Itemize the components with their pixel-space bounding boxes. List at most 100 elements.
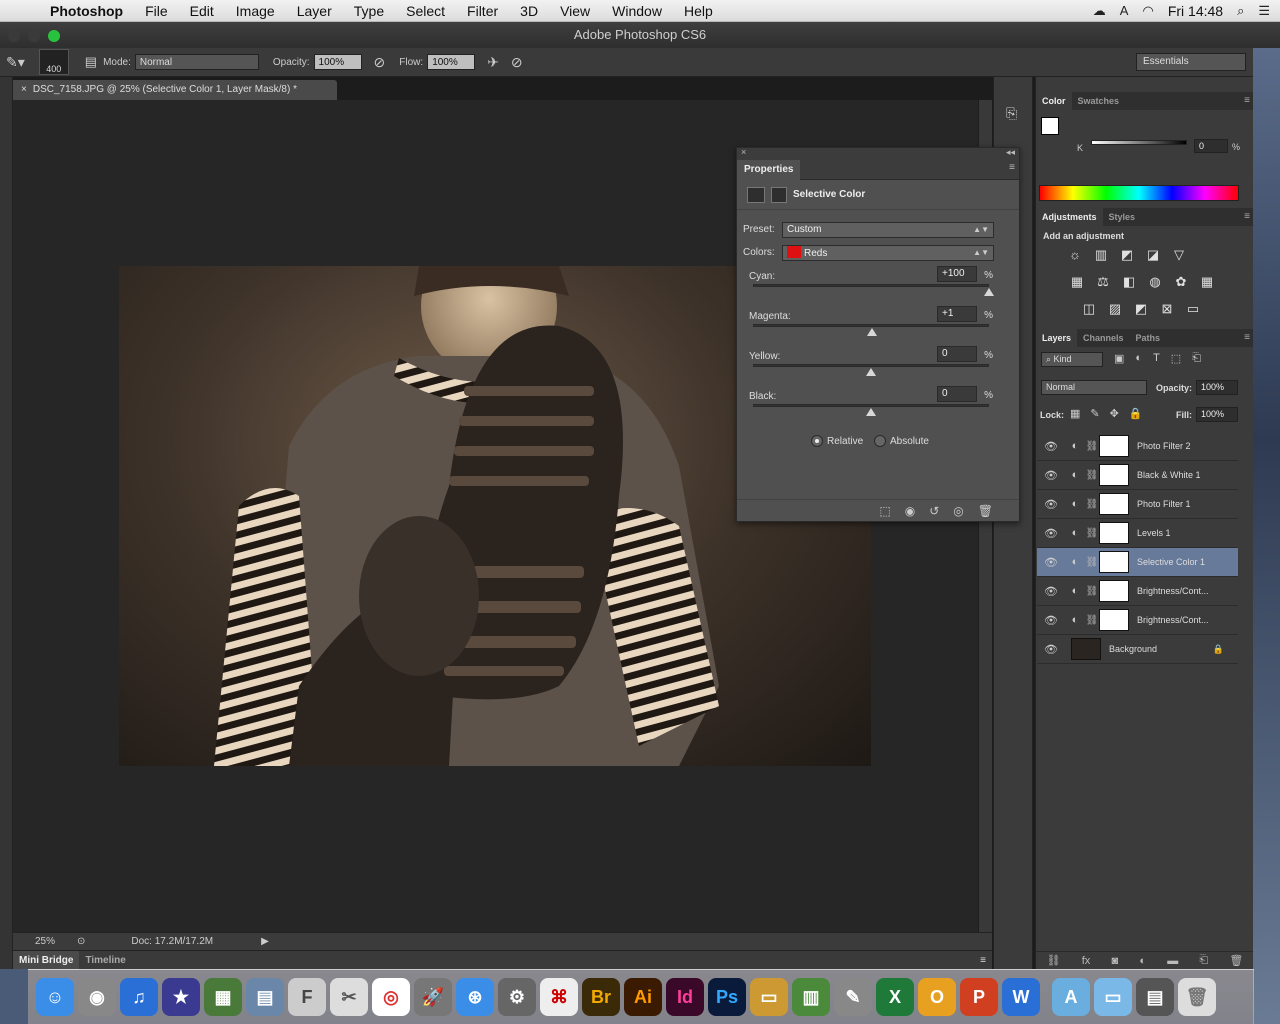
cyan-slider-track[interactable] — [753, 284, 989, 287]
gradient-map-icon[interactable]: ▭ — [1184, 301, 1202, 317]
visibility-eye-icon[interactable]: 👁 — [1037, 469, 1065, 482]
indesign-icon[interactable]: Id — [666, 978, 704, 1016]
layer-mask-thumbnail[interactable] — [1099, 609, 1129, 631]
close-panel-icon[interactable]: × — [741, 147, 746, 157]
layer-mask-thumbnail[interactable] — [1099, 464, 1129, 486]
layers-panel-menu-icon[interactable]: ≡ — [1244, 332, 1250, 343]
layer-name[interactable]: Brightness/Cont... — [1137, 615, 1209, 625]
minimize-window-button[interactable] — [28, 30, 40, 42]
layer-name[interactable]: Levels 1 — [1137, 528, 1171, 538]
illustrator-icon[interactable]: Ai — [624, 978, 662, 1016]
layer-row[interactable]: 👁 ◐ ⛓ Black & White 1 — [1037, 461, 1238, 490]
layer-row[interactable]: 👁 ◐ ⛓ Brightness/Cont... — [1037, 577, 1238, 606]
view-previous-state-icon[interactable]: ◉ — [905, 504, 915, 518]
tab-mini-bridge[interactable]: Mini Bridge — [13, 950, 80, 970]
color-lookup-icon[interactable]: ▦ — [1198, 274, 1216, 290]
black-slider-thumb[interactable] — [866, 408, 876, 416]
fontbook-icon[interactable]: F — [288, 978, 326, 1016]
status-export-icon[interactable]: ⊙ — [77, 936, 85, 947]
tools-panel[interactable] — [0, 77, 13, 969]
zoom-window-button[interactable] — [48, 30, 60, 42]
status-menu-arrow-icon[interactable]: ▶ — [261, 936, 269, 947]
menu-help[interactable]: Help — [673, 3, 724, 19]
lock-pixels-icon[interactable]: ✎ — [1090, 407, 1099, 420]
filter-smart-object-icon[interactable]: ⎗ — [1192, 352, 1201, 365]
threshold-icon[interactable]: ◩ — [1132, 301, 1150, 317]
layer-name[interactable]: Photo Filter 2 — [1137, 441, 1191, 451]
mask-icon[interactable] — [771, 186, 787, 203]
new-adjustment-layer-icon[interactable]: ◐ — [1139, 955, 1146, 967]
trash-icon[interactable]: 🗑 — [1178, 978, 1216, 1016]
script-editor-icon[interactable]: ✂ — [330, 978, 368, 1016]
layer-mask-thumbnail[interactable] — [1099, 580, 1129, 602]
safari-icon[interactable]: ⊛ — [456, 978, 494, 1016]
yellow-slider-track[interactable] — [753, 364, 989, 367]
imovie-icon[interactable]: ★ — [162, 978, 200, 1016]
layer-mask-thumbnail[interactable] — [1099, 435, 1129, 457]
visibility-eye-icon[interactable]: 👁 — [1037, 643, 1065, 656]
mask-link-icon[interactable]: ⛓ — [1085, 615, 1099, 626]
color-spectrum-ramp[interactable] — [1039, 185, 1239, 201]
word-icon[interactable]: W — [1002, 978, 1040, 1016]
document-size[interactable]: Doc: 17.2M/17.2M — [131, 936, 213, 947]
brush-tool-icon[interactable]: ✎▾ — [6, 54, 25, 71]
iphoto-icon[interactable]: ▦ — [204, 978, 242, 1016]
preset-select[interactable]: Custom ▲▼ — [782, 222, 994, 238]
visibility-eye-icon[interactable]: 👁 — [1037, 527, 1065, 540]
lock-transparent-icon[interactable]: ▦ — [1070, 407, 1080, 420]
new-group-icon[interactable]: ▬ — [1167, 955, 1178, 967]
color-balance-icon[interactable]: ⚖ — [1094, 274, 1112, 290]
layer-style-fx-icon[interactable]: fx — [1082, 955, 1091, 967]
mask-link-icon[interactable]: ⛓ — [1085, 528, 1099, 539]
clip-to-layer-icon[interactable]: ⬚ — [879, 504, 890, 518]
creative-cloud-icon[interactable]: ☁ — [1093, 3, 1106, 19]
preview-icon[interactable]: ▤ — [246, 978, 284, 1016]
notification-center-icon[interactable]: ☰ — [1258, 3, 1270, 19]
adobe-status-icon[interactable]: A — [1120, 3, 1129, 18]
reset-icon[interactable]: ↺ — [929, 504, 939, 518]
opacity-field[interactable]: 100% — [313, 54, 362, 70]
visibility-eye-icon[interactable]: 👁 — [1037, 440, 1065, 453]
tab-swatches[interactable]: Swatches — [1072, 92, 1126, 110]
layer-row-background[interactable]: 👁 Background 🔒 — [1037, 635, 1238, 664]
hue-saturation-icon[interactable]: ▦ — [1068, 274, 1086, 290]
visibility-eye-icon[interactable]: 👁 — [1037, 614, 1065, 627]
black-value-field[interactable]: 0 — [937, 386, 977, 402]
lock-all-icon[interactable]: 🔒 — [1129, 407, 1143, 420]
cyan-slider-thumb[interactable] — [984, 288, 994, 296]
delete-layer-icon[interactable]: 🗑 — [1229, 954, 1243, 967]
visibility-eye-icon[interactable]: 👁 — [1037, 556, 1065, 569]
history-panel-icon[interactable]: ⎘ — [1006, 105, 1017, 122]
layer-opacity-field[interactable]: 100% — [1196, 380, 1238, 395]
photoshop-icon[interactable]: Ps — [708, 978, 746, 1016]
layer-row-selected[interactable]: 👁 ◐ ⛓ Selective Color 1 — [1037, 548, 1238, 577]
tab-paths[interactable]: Paths — [1130, 329, 1167, 347]
documents-folder-icon[interactable]: ▭ — [1094, 978, 1132, 1016]
black-slider-track[interactable] — [753, 404, 989, 407]
layer-name[interactable]: Selective Color 1 — [1137, 557, 1205, 567]
yellow-value-field[interactable]: 0 — [937, 346, 977, 362]
tab-timeline[interactable]: Timeline — [79, 951, 131, 970]
selective-color-icon[interactable]: ⊠ — [1158, 301, 1176, 317]
menu-image[interactable]: Image — [225, 3, 286, 19]
mask-link-icon[interactable]: ⛓ — [1085, 499, 1099, 510]
mask-link-icon[interactable]: ⛓ — [1085, 557, 1099, 568]
close-document-icon[interactable]: × — [21, 84, 27, 95]
menu-type[interactable]: Type — [343, 3, 395, 19]
tab-layers[interactable]: Layers — [1036, 329, 1078, 347]
menu-layer[interactable]: Layer — [286, 3, 343, 19]
photo-filter-icon[interactable]: ◍ — [1146, 274, 1164, 290]
system-preferences-icon[interactable]: ⚙ — [498, 978, 536, 1016]
tab-channels[interactable]: Channels — [1077, 329, 1130, 347]
outlook-icon[interactable]: O — [918, 978, 956, 1016]
layer-row[interactable]: 👁 ◐ ⛓ Brightness/Cont... — [1037, 606, 1238, 635]
app-store-icon[interactable]: ✎ — [834, 978, 872, 1016]
menu-3d[interactable]: 3D — [509, 3, 549, 19]
mask-link-icon[interactable]: ⛓ — [1085, 441, 1099, 452]
tab-adjustments[interactable]: Adjustments — [1036, 208, 1103, 226]
brightness-contrast-icon[interactable]: ☼ — [1066, 247, 1084, 263]
filter-adjustment-icon[interactable]: ◐ — [1135, 352, 1142, 365]
delete-adjustment-icon[interactable]: 🗑 — [978, 504, 993, 518]
magenta-value-field[interactable]: +1 — [937, 306, 977, 322]
adjustment-icon[interactable] — [747, 186, 765, 203]
